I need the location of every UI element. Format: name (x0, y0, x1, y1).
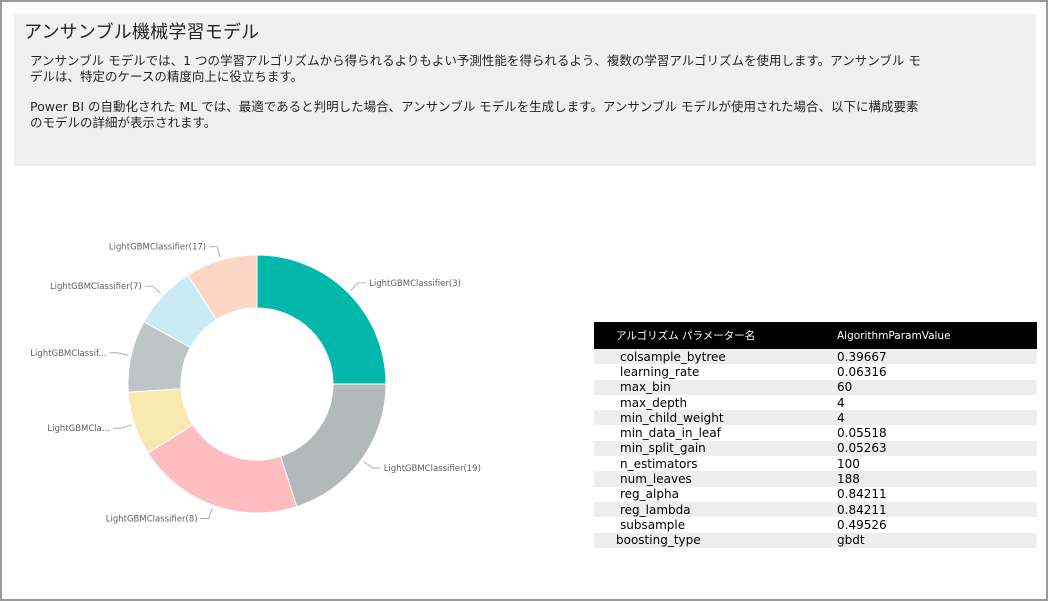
table-row[interactable]: min_child_weight 4 (594, 410, 1037, 426)
param-name-cell: learning_rate (620, 364, 700, 379)
table-body: colsample_bytree 0.39667 learning_rate 0.06… (594, 349, 1037, 548)
column-header-param-name[interactable]: アルゴリズム パラメーター名 (594, 328, 837, 343)
table-row[interactable]: n_estimators 100 (594, 456, 1037, 471)
table-row[interactable]: max_bin 60 (594, 379, 1037, 395)
param-value-cell: 0.06316 (837, 364, 887, 379)
leader-line (209, 246, 221, 258)
page-title: アンサンブル機械学習モデル (24, 22, 260, 43)
slice-label: LightGBMClassif... (30, 349, 106, 359)
slice-label: LightGBMCla... (47, 424, 110, 434)
table-row[interactable]: min_split_gain 0.05263 (594, 440, 1037, 457)
param-name-cell: n_estimators (620, 456, 698, 471)
table-row[interactable]: subsample 0.49526 (594, 517, 1037, 532)
column-header-param-value[interactable]: AlgorithmParamValue (837, 330, 951, 342)
leader-line (112, 424, 132, 429)
slice-label: LightGBMClassifier(8) (106, 515, 198, 525)
param-name-cell: min_split_gain (620, 441, 706, 456)
leader-line (363, 461, 381, 469)
param-name-cell: boosting_type (616, 533, 701, 548)
param-value-cell: 4 (837, 410, 845, 425)
param-name-cell: min_data_in_leaf (620, 426, 721, 441)
param-value-cell: 0.49526 (837, 517, 887, 532)
param-name-cell: reg_lambda (620, 502, 691, 517)
param-value-cell: 0.84211 (837, 487, 887, 502)
param-name-cell: colsample_bytree (620, 349, 726, 364)
table-row[interactable]: reg_alpha 0.84211 (594, 487, 1037, 502)
param-name-cell: min_child_weight (620, 410, 724, 425)
table-row[interactable]: learning_rate 0.06316 (594, 364, 1037, 379)
leader-line (350, 282, 367, 291)
donut-slice[interactable] (256, 254, 387, 385)
leader-line (144, 285, 162, 294)
param-value-cell: 0.05518 (837, 426, 887, 441)
description-paragraph-2: Power BI の自動化された ML では、最適であると判明した場合、アンサン… (30, 99, 919, 130)
ensemble-donut-chart[interactable]: LightGBMClassifier(3) LightGBMClassifier(… (22, 227, 542, 537)
table-header: アルゴリズム パラメーター名 AlgorithmParamValue (594, 322, 1037, 349)
leader-line (200, 508, 213, 519)
param-value-cell: 4 (837, 395, 845, 410)
table-row[interactable]: max_depth 4 (594, 395, 1037, 410)
table-row[interactable]: min_data_in_leaf 0.05518 (594, 425, 1037, 440)
param-name-cell: reg_alpha (620, 487, 679, 502)
param-name-cell: max_depth (620, 395, 688, 410)
slice-label: LightGBMClassifier(3) (369, 279, 461, 289)
param-value-cell: 0.39667 (837, 349, 887, 364)
leader-line (109, 352, 129, 356)
report-canvas: アンサンブル機械学習モデル アンサンブル モデルでは、1 つの学習アルゴリズムか… (0, 0, 1048, 601)
table-row[interactable]: reg_lambda 0.84211 (594, 501, 1037, 518)
table-row[interactable]: boosting_type gbdt (594, 532, 1037, 548)
algorithm-params-table: アルゴリズム パラメーター名 AlgorithmParamValue colsa… (594, 322, 1037, 548)
param-value-cell: 0.84211 (837, 502, 887, 517)
description-paragraph-1: アンサンブル モデルでは、1 つの学習アルゴリズムから得られるよりもよい予測性能… (30, 53, 921, 84)
param-name-cell: num_leaves (620, 472, 692, 487)
param-name-cell: subsample (620, 517, 686, 532)
header-panel: アンサンブル機械学習モデル アンサンブル モデルでは、1 つの学習アルゴリズムか… (14, 14, 1036, 166)
param-value-cell: gbdt (837, 533, 865, 548)
param-name-cell: max_bin (620, 380, 671, 395)
param-value-cell: 60 (837, 380, 853, 395)
table-row[interactable]: num_leaves 188 (594, 471, 1037, 487)
slice-label: LightGBMClassifier(19) (384, 464, 481, 474)
slice-label: LightGBMClassifier(7) (50, 282, 142, 292)
table-row[interactable]: colsample_bytree 0.39667 (594, 349, 1037, 365)
param-value-cell: 100 (837, 456, 860, 471)
donut-slice[interactable] (279, 383, 387, 508)
param-value-cell: 188 (837, 472, 860, 487)
param-value-cell: 0.05263 (837, 441, 887, 456)
slice-label: LightGBMClassifier(17) (109, 243, 206, 253)
